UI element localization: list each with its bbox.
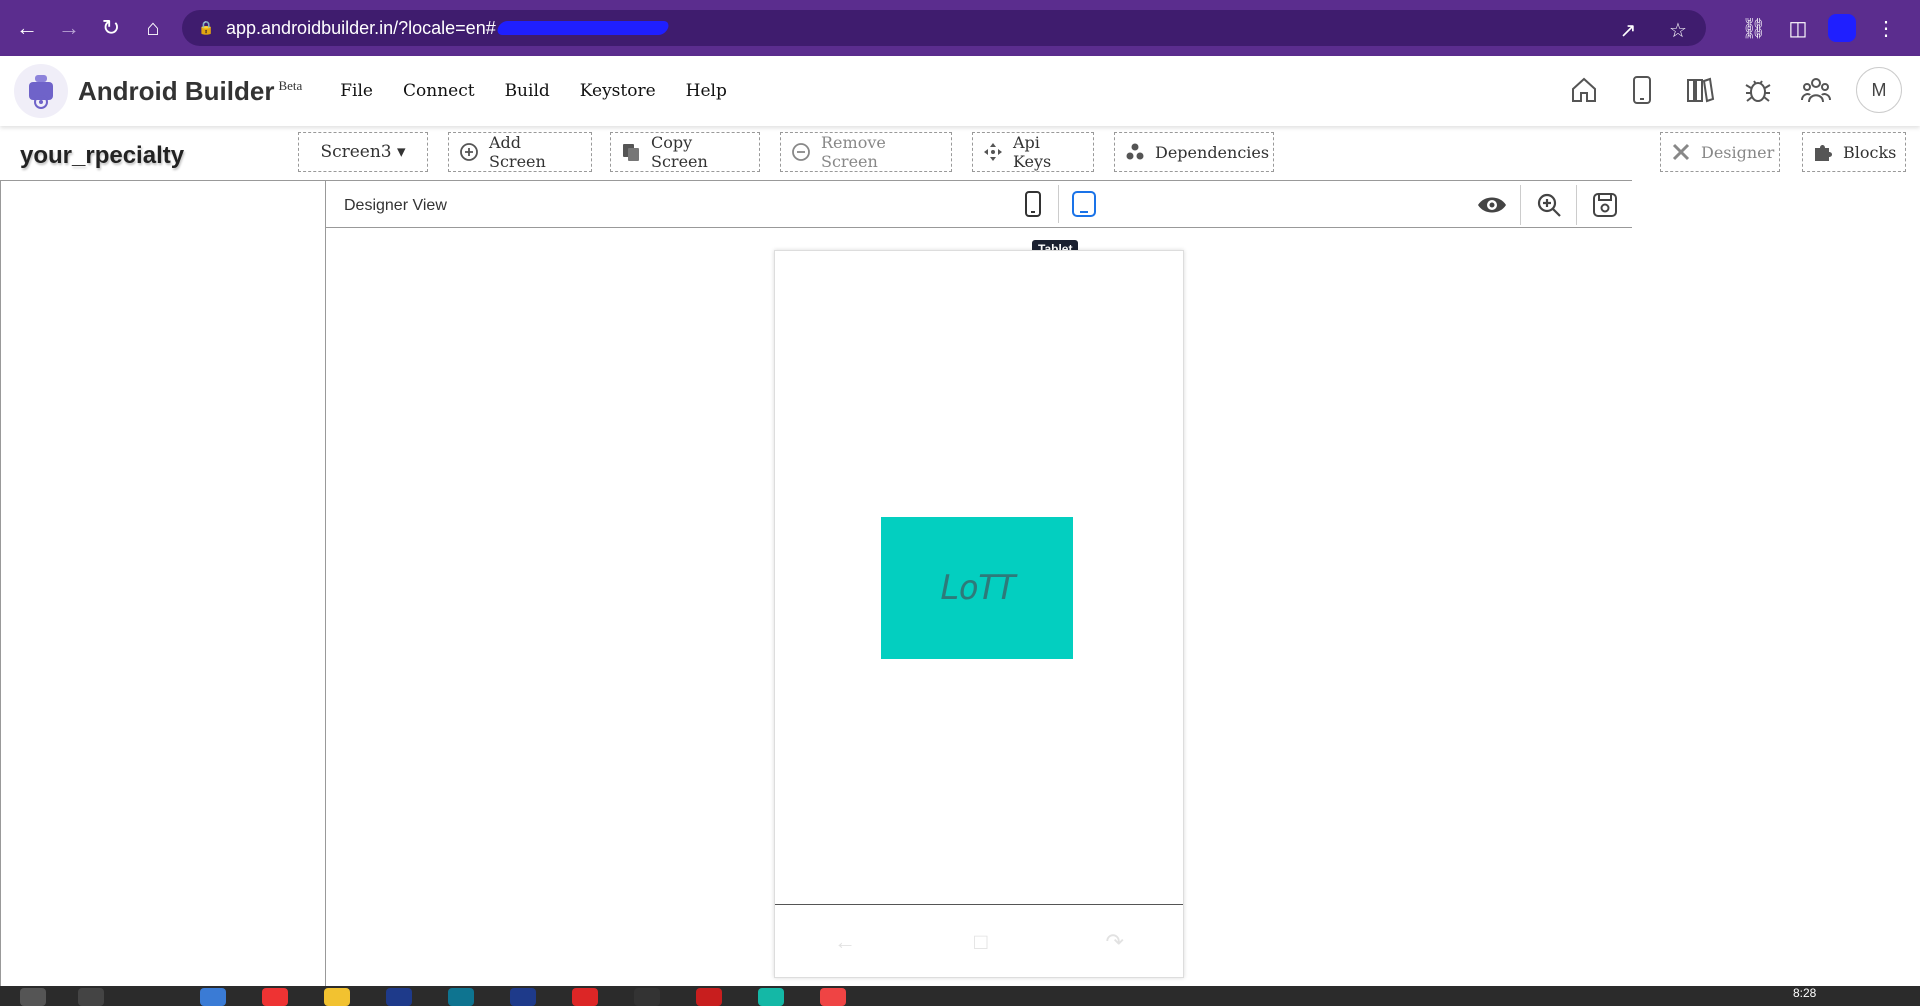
dependencies-label: Dependencies (1155, 142, 1270, 162)
app-icon[interactable] (820, 988, 846, 1006)
cubes-icon (1125, 142, 1145, 162)
components-panel (0, 180, 326, 986)
designer-toolbar: Designer View (326, 180, 1632, 228)
menu-file[interactable]: File (340, 81, 373, 101)
brand-title: Android Builder Beta (78, 75, 303, 106)
copy-screen-label: Copy Screen (651, 133, 708, 171)
designer-view-title: Designer View (344, 197, 447, 214)
lock-icon: 🔒 (198, 20, 215, 35)
nav-home-icon: □ (974, 929, 988, 954)
home-icon[interactable] (1566, 64, 1602, 116)
phone-canvas[interactable]: LoTT ← □ ↷ (774, 250, 1184, 978)
menu-connect[interactable]: Connect (403, 81, 475, 101)
home-icon[interactable]: ⌂ (138, 13, 168, 43)
view-tools (1464, 185, 1632, 225)
os-taskbar: 8:28 (0, 986, 1920, 1006)
search-icon[interactable] (78, 988, 104, 1006)
app-header: Android Builder Beta File Connect Build K… (0, 56, 1920, 126)
screen-select[interactable]: Screen3 ▾ (298, 132, 428, 172)
bookmark-star-icon[interactable]: ☆ (1664, 16, 1692, 44)
phone-nav-bar: ← □ ↷ (775, 907, 1183, 977)
app-icon[interactable] (634, 988, 660, 1006)
side-panel-icon[interactable]: ◫ (1784, 14, 1812, 42)
phone-preview-icon[interactable] (1008, 185, 1058, 223)
users-icon[interactable] (1798, 64, 1834, 116)
browser-toolbar: ← → ↻ ⌂ 🔒 app.androidbuilder.in/?locale=… (0, 0, 1920, 56)
menu-build[interactable]: Build (505, 81, 550, 101)
app-icon[interactable] (262, 988, 288, 1006)
remove-screen-button[interactable]: Remove Screen (780, 132, 952, 172)
preview-eye-icon[interactable] (1464, 185, 1520, 225)
blocks-label: Blocks (1843, 142, 1897, 162)
extensions-icon[interactable]: ⛓ (1740, 14, 1768, 42)
app-icon[interactable] (696, 988, 722, 1006)
tablet-preview-icon[interactable] (1058, 185, 1108, 223)
app-icon[interactable] (448, 988, 474, 1006)
screen-toolbar: your_rpecialty Screen3 ▾ Add Screen Copy… (0, 126, 1920, 180)
back-icon[interactable]: ← (12, 13, 42, 43)
phone-icon[interactable] (1624, 64, 1660, 116)
start-icon[interactable] (20, 988, 46, 1006)
reload-icon[interactable]: ↻ (96, 13, 126, 43)
add-screen-button[interactable]: Add Screen (448, 132, 592, 172)
library-icon[interactable] (1682, 64, 1718, 116)
bug-icon[interactable] (1740, 64, 1776, 116)
designer-area: Designer View Tablet LoTT ← □ ↷ (326, 180, 1632, 986)
app-icon[interactable] (200, 988, 226, 1006)
lottie-animation-component[interactable]: LoTT (881, 517, 1073, 659)
menu-help[interactable]: Help (686, 81, 727, 101)
app-icon[interactable] (386, 988, 412, 1006)
api-keys-label: Api Keys (1013, 133, 1052, 171)
app-icon[interactable] (572, 988, 598, 1006)
save-icon[interactable] (1576, 185, 1632, 225)
move-arrows-icon (983, 142, 1003, 162)
project-name: your_rpecialty (20, 142, 185, 169)
copy-icon (621, 142, 641, 162)
address-bar[interactable]: 🔒 app.androidbuilder.in/?locale=en# ↗ ☆ (182, 10, 1706, 46)
profile-avatar[interactable] (1828, 14, 1856, 42)
android-builder-logo (14, 64, 68, 118)
dependencies-button[interactable]: Dependencies (1114, 132, 1274, 172)
designer-label: Designer (1701, 142, 1775, 162)
zoom-in-icon[interactable] (1520, 185, 1576, 225)
beta-badge: Beta (278, 77, 303, 93)
designer-button[interactable]: Designer (1660, 132, 1780, 172)
screen-select-label: Screen3 ▾ (320, 142, 406, 162)
puzzle-icon (1813, 142, 1833, 162)
plus-circle-icon (459, 142, 479, 162)
add-screen-label: Add Screen (489, 133, 546, 171)
clock: 8:28 (1793, 986, 1817, 1000)
app-icon[interactable] (510, 988, 536, 1006)
nav-recents-icon: ↷ (1105, 929, 1124, 954)
forward-icon[interactable]: → (54, 13, 84, 43)
screen-content: LoTT (775, 251, 1183, 905)
user-avatar[interactable]: M (1856, 67, 1902, 113)
api-keys-button[interactable]: Api Keys (972, 132, 1094, 172)
blocks-button[interactable]: Blocks (1802, 132, 1906, 172)
remove-screen-label: Remove Screen (821, 133, 886, 171)
designer-tools-icon (1671, 142, 1691, 162)
share-icon[interactable]: ↗ (1614, 16, 1642, 44)
url-text: app.androidbuilder.in/?locale=en# (226, 17, 496, 38)
device-toggle (1008, 185, 1108, 223)
more-menu-icon[interactable]: ⋮ (1872, 14, 1900, 42)
nav-back-icon: ← (834, 929, 857, 954)
menu-keystore[interactable]: Keystore (580, 81, 656, 101)
folder-icon[interactable] (324, 988, 350, 1006)
copy-screen-button[interactable]: Copy Screen (610, 132, 760, 172)
main-menu: File Connect Build Keystore Help (340, 81, 727, 101)
minus-circle-icon (791, 142, 811, 162)
lottie-logo-text: LoTT (940, 568, 1016, 608)
redacted-url-part (495, 21, 671, 35)
app-icon[interactable] (758, 988, 784, 1006)
